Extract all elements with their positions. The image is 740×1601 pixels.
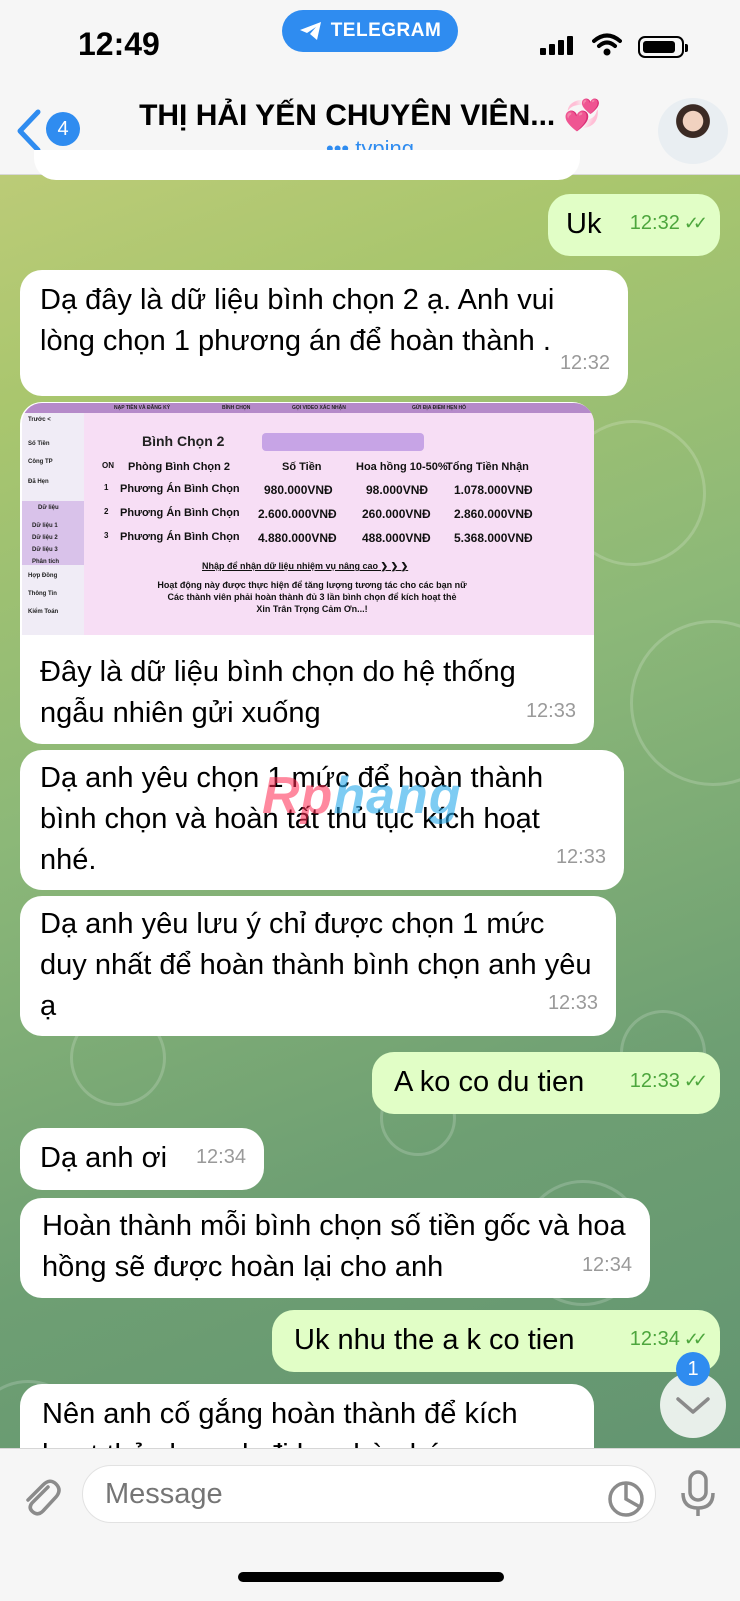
message-text: Dạ đây là dữ liệu bình chọn 2 ạ. Anh vui… bbox=[40, 284, 563, 357]
message-time: 12:33 bbox=[555, 846, 606, 868]
telegram-icon bbox=[299, 22, 321, 40]
image-advanced-link: Nhập để nhận dữ liệu nhiệm vụ nâng cao ❯… bbox=[202, 561, 409, 571]
microphone-icon[interactable] bbox=[678, 1469, 718, 1519]
message-text: Uk bbox=[566, 208, 602, 240]
telegram-pill-label: TELEGRAM bbox=[330, 20, 442, 41]
battery-icon bbox=[638, 36, 688, 58]
sticker-icon[interactable] bbox=[606, 1479, 646, 1519]
chevron-left-icon bbox=[17, 109, 41, 153]
message-bubble-incoming[interactable]: Hoàn thành mỗi bình chọn số tiền gốc và … bbox=[20, 1198, 650, 1298]
avatar[interactable] bbox=[658, 98, 728, 164]
message-time: 12:34 bbox=[581, 1254, 632, 1276]
read-ticks-icon: ✓✓ bbox=[683, 1071, 708, 1091]
home-indicator bbox=[238, 1572, 504, 1582]
telegram-pill[interactable]: TELEGRAM bbox=[282, 10, 458, 52]
message-bubble-incoming[interactable]: Dạ anh yêu lưu ý chỉ được chọn 1 mức duy… bbox=[20, 896, 616, 1036]
wifi-icon bbox=[592, 33, 622, 56]
message-text: Hoàn thành mỗi bình chọn số tiền gốc và … bbox=[42, 1210, 634, 1283]
message-bubble-outgoing[interactable]: Uk 12:32 ✓✓ bbox=[548, 194, 720, 256]
message-time: 12:34 bbox=[195, 1146, 246, 1168]
clock: 12:49 bbox=[78, 26, 160, 62]
read-ticks-icon: ✓✓ bbox=[683, 1329, 708, 1349]
message-text: A ko co du tien bbox=[394, 1066, 585, 1098]
message-bubble-partial bbox=[34, 150, 580, 180]
chat-title[interactable]: THỊ HẢI YẾN CHUYÊN VIÊN... 💞 bbox=[110, 98, 630, 133]
message-time: 12:32 bbox=[559, 352, 610, 374]
message-text: Dạ anh yêu lưu ý chỉ được chọn 1 mức duy… bbox=[40, 908, 600, 1022]
signal-icon bbox=[540, 36, 573, 55]
image-top-nav: NẠP TIỀN VÀ ĐĂNG KÝ BÌNH CHỌN GỌI VIDEO … bbox=[22, 403, 594, 413]
image-title: Bình Chọn 2 bbox=[142, 433, 225, 449]
image-note: Hoạt động này được thực hiện để tăng lượ… bbox=[157, 580, 467, 614]
image-sidebar: Trước < Số Tiền Công TP Đã Hẹn Dữ liệu D… bbox=[22, 413, 84, 635]
unread-count-badge: 1 bbox=[676, 1352, 710, 1386]
message-bubble-incoming[interactable]: Dạ đây là dữ liệu bình chọn 2 ạ. Anh vui… bbox=[20, 270, 628, 396]
message-text: Uk nhu the a k co tien bbox=[294, 1324, 575, 1356]
vote-data-image[interactable]: NẠP TIỀN VÀ ĐĂNG KÝ BÌNH CHỌN GỌI VIDEO … bbox=[22, 403, 594, 635]
unread-badge: 4 bbox=[46, 112, 80, 146]
message-time: 12:33 ✓✓ bbox=[629, 1070, 708, 1092]
message-bubble-outgoing[interactable]: Uk nhu the a k co tien 12:34 ✓✓ bbox=[272, 1310, 720, 1372]
paperclip-icon[interactable] bbox=[18, 1475, 64, 1521]
image-slider bbox=[262, 433, 424, 451]
message-input[interactable] bbox=[82, 1465, 656, 1523]
status-bar: 12:49 TELEGRAM bbox=[0, 0, 740, 88]
message-bubble-outgoing[interactable]: A ko co du tien 12:33 ✓✓ bbox=[372, 1052, 720, 1114]
watermark-logo: Rphang bbox=[262, 767, 462, 825]
message-text: Dạ anh ơi bbox=[40, 1142, 168, 1174]
message-bubble-incoming[interactable]: Dạ anh ơi 12:34 bbox=[20, 1128, 264, 1190]
message-time: 12:32 ✓✓ bbox=[629, 212, 708, 234]
read-ticks-icon: ✓✓ bbox=[683, 213, 708, 233]
message-time: 12:33 bbox=[525, 700, 576, 722]
message-time: 12:33 bbox=[547, 992, 598, 1014]
message-text: Đây là dữ liệu bình chọn do hệ thống ngẫ… bbox=[40, 656, 524, 729]
